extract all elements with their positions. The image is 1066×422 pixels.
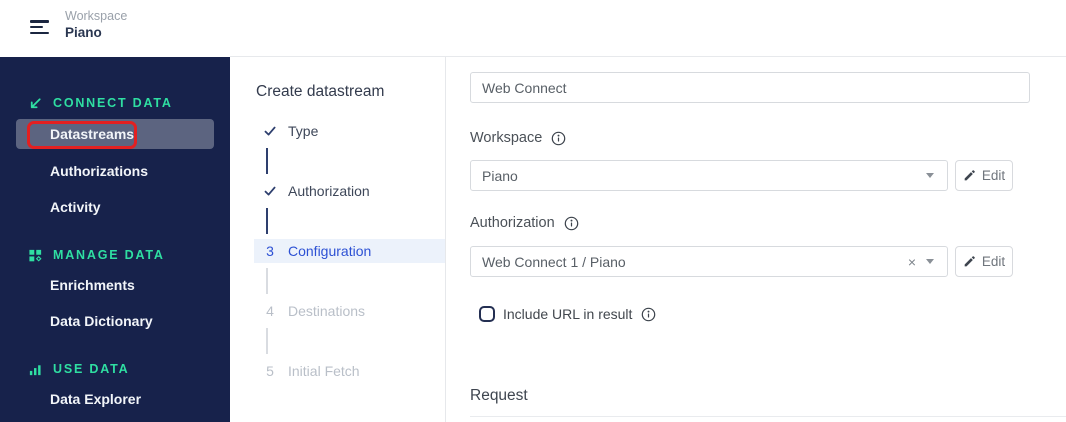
request-section-heading: Request: [470, 387, 528, 404]
workspace-select-value: Piano: [482, 167, 518, 184]
sidebar-item-authorizations[interactable]: Authorizations: [16, 157, 214, 185]
step-label: Configuration: [288, 243, 372, 259]
workspace-select[interactable]: Piano: [470, 160, 948, 191]
info-icon[interactable]: [641, 307, 656, 322]
sidebar-item-label: Activity: [50, 199, 101, 215]
step-label: Destinations: [288, 303, 366, 319]
sidebar-item-data-explorer[interactable]: Data Explorer: [16, 385, 214, 413]
authorization-edit-button[interactable]: Edit: [955, 246, 1013, 277]
sidebar-item-label: Enrichments: [50, 277, 135, 293]
step-configuration[interactable]: 3 Configuration: [254, 239, 445, 263]
step-label: Type: [288, 123, 319, 139]
include-url-checkbox[interactable]: [479, 306, 495, 322]
workspace-field-label: Workspace: [470, 130, 543, 146]
section-label: USE DATA: [53, 362, 130, 376]
request-section-divider: [470, 416, 1066, 417]
check-icon: [260, 184, 280, 198]
clear-icon[interactable]: ×: [908, 255, 916, 269]
workspace-switcher[interactable]: Workspace Piano: [65, 9, 127, 41]
top-bar: Workspace Piano: [0, 0, 1066, 57]
sidebar: CONNECT DATA Datastreams Authorizations …: [0, 57, 230, 422]
step-type[interactable]: Type: [254, 119, 445, 143]
section-label: MANAGE DATA: [53, 248, 165, 262]
chevron-down-icon[interactable]: [926, 259, 934, 264]
info-icon[interactable]: [564, 216, 579, 231]
sidebar-item-datastreams[interactable]: Datastreams: [16, 119, 214, 149]
sidebar-item-label: Data Explorer: [50, 391, 142, 407]
bar-chart-icon: [29, 364, 41, 375]
sidebar-item-data-dictionary[interactable]: Data Dictionary: [16, 307, 214, 335]
edit-button-label: Edit: [981, 168, 1006, 183]
include-url-label: Include URL in result: [503, 306, 633, 322]
edit-button-label: Edit: [981, 254, 1006, 269]
sidebar-item-enrichments[interactable]: Enrichments: [16, 271, 214, 299]
workspace-name: Piano: [65, 25, 102, 41]
sidebar-item-label: Datastreams: [50, 126, 135, 142]
step-connector: [266, 148, 268, 174]
sidebar-item-activity[interactable]: Activity: [16, 193, 214, 221]
step-number: 3: [266, 243, 274, 259]
workspace-label: Workspace: [65, 9, 128, 23]
authorization-select[interactable]: Web Connect 1 / Piano ×: [470, 246, 948, 277]
sidebar-section-connect-data: CONNECT DATA: [28, 93, 230, 113]
grid-icon: [29, 249, 42, 262]
step-initial-fetch[interactable]: 5 Initial Fetch: [254, 359, 445, 383]
step-label: Authorization: [288, 183, 370, 199]
step-number: 4: [266, 303, 274, 319]
authorization-select-value: Web Connect 1 / Piano: [482, 253, 626, 270]
step-connector: [266, 268, 268, 294]
pencil-icon: [964, 170, 975, 181]
check-icon: [260, 124, 280, 138]
datastream-name-input[interactable]: [470, 72, 1030, 103]
sidebar-section-use-data: USE DATA: [28, 359, 230, 379]
menu-icon[interactable]: [30, 20, 49, 36]
arrow-down-left-icon: [30, 97, 41, 108]
step-connector: [266, 328, 268, 354]
step-number: 5: [266, 363, 274, 379]
info-icon[interactable]: [551, 131, 566, 146]
configuration-form: Workspace Piano Edit Authorization Web C: [446, 57, 1066, 422]
sidebar-item-label: Data Dictionary: [50, 313, 153, 329]
stepper-title: Create datastream: [256, 83, 385, 100]
authorization-field-label: Authorization: [470, 215, 555, 231]
create-datastream-stepper: Create datastream Type Authorization 3 C…: [230, 57, 446, 422]
chevron-down-icon[interactable]: [926, 173, 934, 178]
sidebar-section-manage-data: MANAGE DATA: [28, 245, 230, 265]
sidebar-item-label: Authorizations: [50, 163, 148, 179]
pencil-icon: [964, 256, 975, 267]
step-authorization[interactable]: Authorization: [254, 179, 445, 203]
step-connector: [266, 208, 268, 234]
section-label: CONNECT DATA: [53, 96, 173, 110]
step-destinations[interactable]: 4 Destinations: [254, 299, 445, 323]
step-label: Initial Fetch: [288, 363, 360, 379]
workspace-edit-button[interactable]: Edit: [955, 160, 1013, 191]
